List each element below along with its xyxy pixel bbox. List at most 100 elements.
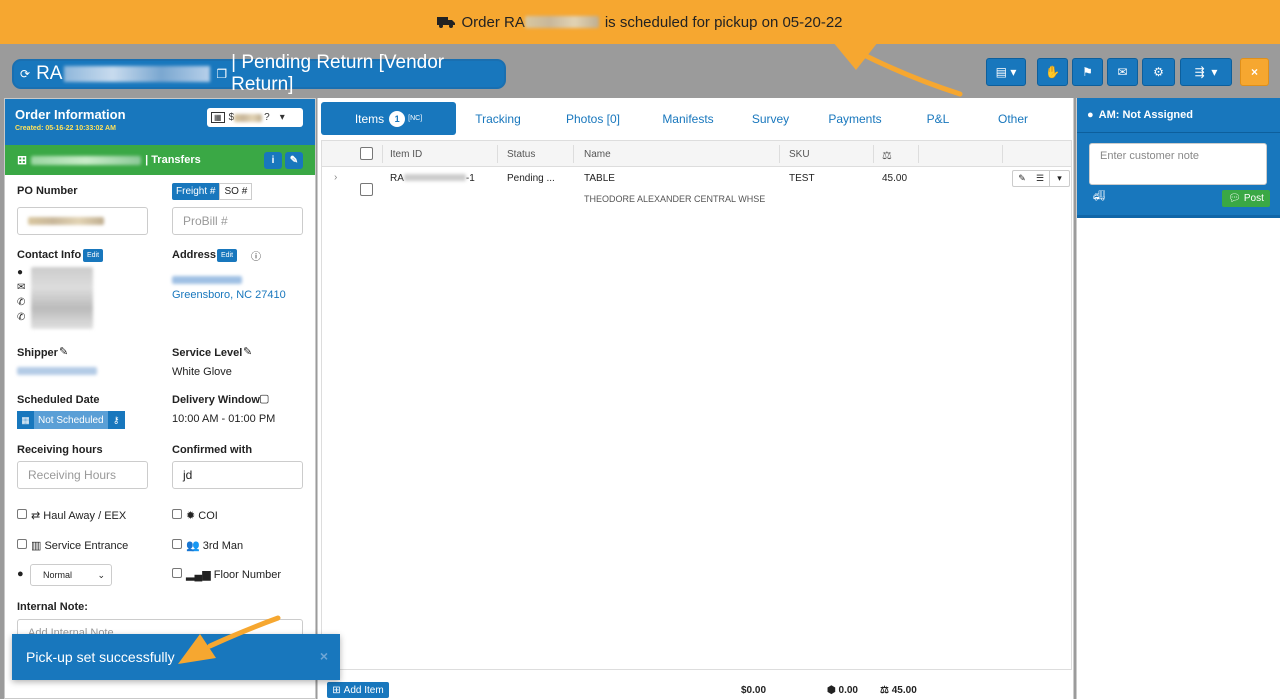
flag-icon: ⚑ [1082, 65, 1093, 79]
info-icon[interactable]: ⓘ [251, 248, 261, 263]
row-checkbox[interactable] [360, 183, 373, 196]
weight-scale-icon[interactable]: ⚖ [882, 149, 892, 162]
email-button[interactable]: ✉ [1107, 58, 1138, 86]
freight-so-toggle: Freight # SO # [172, 183, 253, 200]
tab-items[interactable]: Items 1 [NC] [321, 102, 456, 135]
po-number-field[interactable] [17, 207, 148, 235]
calendar-icon[interactable]: ▢ [259, 392, 269, 405]
list-icon[interactable]: ☰ [1031, 171, 1049, 186]
column-divider [497, 145, 498, 163]
items-panel: Items 1 [NC] Tracking Photos [0] Manifes… [317, 98, 1074, 699]
tab-pl[interactable]: P&L [903, 102, 973, 135]
address-edit-button[interactable]: Edit [217, 249, 238, 262]
order-title: ⟳ RA ❐ | Pending Return [Vendor Return] [12, 52, 506, 95]
confirmed-with-field[interactable]: jd [172, 461, 303, 489]
signal-icon: ▂▄▆ [186, 569, 214, 581]
edit-icon[interactable]: ✎ [1013, 171, 1031, 186]
address-city[interactable]: Greensboro, NC 27410 [172, 289, 286, 301]
edit-icon[interactable]: ✎ [285, 152, 303, 169]
confirmed-with-label: Confirmed with [172, 444, 253, 456]
edit-icon[interactable]: ✎ [59, 345, 68, 358]
add-item-button[interactable]: ⊞ Add Item [327, 682, 389, 698]
address-edit-label: Edit [221, 252, 234, 259]
tab-other[interactable]: Other [978, 102, 1048, 135]
haul-away-text: Haul Away / EEX [43, 510, 127, 522]
receiving-hours-field[interactable]: Receiving Hours [17, 461, 148, 489]
chevron-down-icon[interactable]: ▾ [1049, 171, 1069, 186]
hand-icon: ✋ [1045, 65, 1060, 79]
col-name[interactable]: Name [584, 149, 611, 160]
route-dropdown-button[interactable]: ⇶ ▾ [1180, 58, 1232, 86]
row-weight: 45.00 [882, 173, 908, 184]
key-icon[interactable]: ⚷ [107, 411, 125, 429]
banner-suffix: is scheduled for pickup on [604, 13, 779, 31]
route-icon: ⇶ ▾ [1194, 65, 1218, 79]
tab-manifests[interactable]: Manifests [648, 102, 728, 135]
service-entrance-text: Service Entrance [44, 540, 129, 552]
contact-edit-button[interactable]: Edit [83, 249, 104, 262]
items-count-badge: 1 [389, 110, 406, 127]
sync-icon[interactable]: ⟳ [20, 67, 30, 81]
col-sku[interactable]: SKU [789, 149, 810, 160]
column-divider [573, 145, 574, 163]
priority-select[interactable]: Normal ⌄ [30, 564, 112, 586]
customer-note-input[interactable]: Enter customer note [1089, 143, 1267, 185]
document-dropdown-button[interactable]: ▤ ▾ [986, 58, 1026, 86]
envelope-icon: ✉ [1117, 65, 1128, 79]
truck-icon[interactable]: 🚚︎ [1093, 191, 1106, 202]
post-button[interactable]: 💬︎ Post [1222, 190, 1270, 207]
copy-icon[interactable]: ❐ [216, 67, 227, 81]
close-icon: × [1250, 65, 1258, 79]
tab-survey[interactable]: Survey [733, 102, 808, 135]
shipper-label: Shipper [17, 347, 58, 359]
probill-field[interactable]: ProBill # [172, 207, 303, 235]
tab-photos[interactable]: Photos [0] [553, 102, 633, 135]
contact-edit-label: Edit [87, 252, 100, 259]
transfer-bar: ⊞ | Transfers i ✎ [5, 145, 315, 175]
customer-note-box: Enter customer note 🚚︎ 💬︎ Post [1077, 133, 1280, 218]
tab-payments[interactable]: Payments [815, 102, 895, 135]
total-cube-value: 0.00 [838, 685, 858, 696]
column-divider [382, 145, 383, 163]
freight-toggle[interactable]: Freight # [172, 183, 220, 200]
third-man-checkbox[interactable] [172, 539, 182, 549]
close-button[interactable]: × [1240, 58, 1269, 86]
info-icon[interactable]: i [264, 152, 282, 169]
col-status[interactable]: Status [507, 149, 535, 160]
coi-checkbox[interactable] [172, 509, 182, 519]
edit-icon[interactable]: ✎ [243, 345, 252, 358]
items-nc-marker: [NC] [408, 115, 423, 122]
contact-icons: ● ✉ ✆ ✆ [17, 265, 25, 325]
haul-away-checkbox[interactable] [17, 509, 27, 519]
settings-button[interactable]: ⚙ [1142, 58, 1175, 86]
column-divider [873, 145, 874, 163]
calendar-icon[interactable]: ▦ [17, 411, 34, 429]
toast-close-icon[interactable]: × [320, 648, 328, 664]
col-item-id[interactable]: Item ID [390, 149, 422, 160]
phone-icon[interactable]: ✆ [17, 310, 25, 325]
third-man-text: 3rd Man [202, 540, 244, 552]
order-info-header: Order Information Created: 05-16-22 10:3… [5, 99, 315, 145]
info-icon: ● [17, 568, 24, 580]
hold-button[interactable]: ✋ [1037, 58, 1068, 86]
chevron-right-icon[interactable]: › [334, 172, 337, 183]
service-entrance-checkbox[interactable] [17, 539, 27, 549]
not-scheduled-badge[interactable]: Not Scheduled [34, 411, 108, 429]
scheduled-date-control[interactable]: ▦ Not Scheduled ⚷ [17, 411, 125, 429]
tab-tracking[interactable]: Tracking [458, 102, 538, 135]
phone-icon[interactable]: ✆ [17, 295, 25, 310]
floor-number-checkbox[interactable] [172, 568, 182, 578]
third-man-label: 👥 3rd Man [186, 539, 243, 552]
flag-button[interactable]: ⚑ [1072, 58, 1103, 86]
price-dropdown[interactable]: ▦ $ ? ▾ [207, 108, 303, 127]
so-toggle[interactable]: SO # [219, 183, 253, 200]
account-manager-bar: ● AM: Not Assigned [1077, 98, 1280, 133]
redacted-amount [234, 113, 263, 122]
total-weight: ⚖ 45.00 [880, 685, 917, 696]
scheduled-date-label: Scheduled Date [17, 394, 100, 406]
item-id-suffix: -1 [465, 173, 475, 184]
floor-number-text: Floor Number [213, 569, 282, 581]
title-prefix: RA [36, 63, 63, 84]
select-all-checkbox[interactable] [360, 147, 373, 160]
plus-square-icon[interactable]: ⊞ [17, 153, 27, 167]
